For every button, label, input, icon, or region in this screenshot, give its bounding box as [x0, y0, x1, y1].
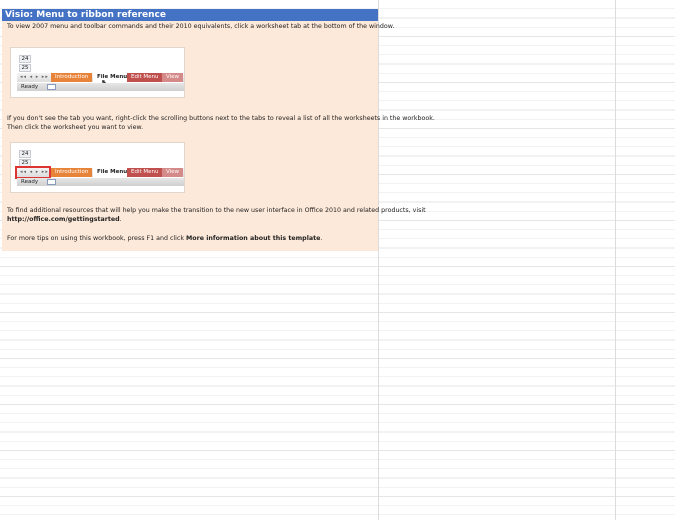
status-bar: Ready — [17, 178, 184, 186]
tab-file-menu: File Menu — [93, 73, 132, 82]
status-text: Ready — [21, 179, 39, 185]
tab-introduction: Introduction — [51, 73, 93, 82]
tab-edit-menu: Edit Menu — [127, 168, 163, 177]
tab-edit-menu: Edit Menu — [127, 73, 163, 82]
tab-view: View — [162, 73, 184, 82]
tab-file-menu: File Menu — [93, 168, 132, 177]
tab-introduction: Introduction — [51, 168, 93, 177]
column-divider — [378, 0, 379, 520]
scroll-instruction-2: Then click the worksheet you want to vie… — [7, 124, 144, 131]
resources-end: . — [119, 216, 122, 223]
resources-link-line: http://office.com/gettingstarted. — [7, 215, 122, 224]
tips-link[interactable]: More information about this template — [186, 235, 320, 242]
tab-view: View — [162, 168, 184, 177]
row-number: 24 — [19, 55, 31, 63]
resources-text: To find additional resources that will h… — [7, 207, 426, 214]
row-number: 25 — [19, 64, 31, 72]
tab-navigation-screenshot: 24 25 ◂◂ ◂ ▸ ▸▸ Introduction File Menu E… — [10, 47, 185, 98]
resources-link[interactable]: http://office.com/gettingstarted — [7, 216, 120, 223]
macro-record-icon — [47, 179, 56, 185]
scroll-instruction-1: If you don't see the tab you want, right… — [7, 115, 435, 122]
intro-text: To view 2007 menu and toolbar commands a… — [7, 23, 395, 30]
status-bar: Ready — [17, 83, 184, 91]
instructions-panel: To view 2007 menu and toolbar commands a… — [2, 21, 435, 251]
scroll-buttons-screenshot: 24 25 ◂◂ ◂ ▸ ▸▸ Introduction File Menu E… — [10, 142, 185, 193]
tips-text: For more tips on using this workbook, pr… — [7, 235, 187, 242]
macro-record-icon — [47, 84, 56, 90]
tips-line: For more tips on using this workbook, pr… — [7, 234, 322, 243]
status-text: Ready — [21, 84, 39, 90]
column-divider — [615, 0, 616, 520]
sheet-title: Visio: Menu to ribbon reference — [2, 9, 378, 21]
tab-scroll-buttons: ◂◂ ◂ ▸ ▸▸ — [20, 74, 49, 80]
row-number: 24 — [19, 150, 31, 158]
tips-end: . — [320, 235, 323, 242]
